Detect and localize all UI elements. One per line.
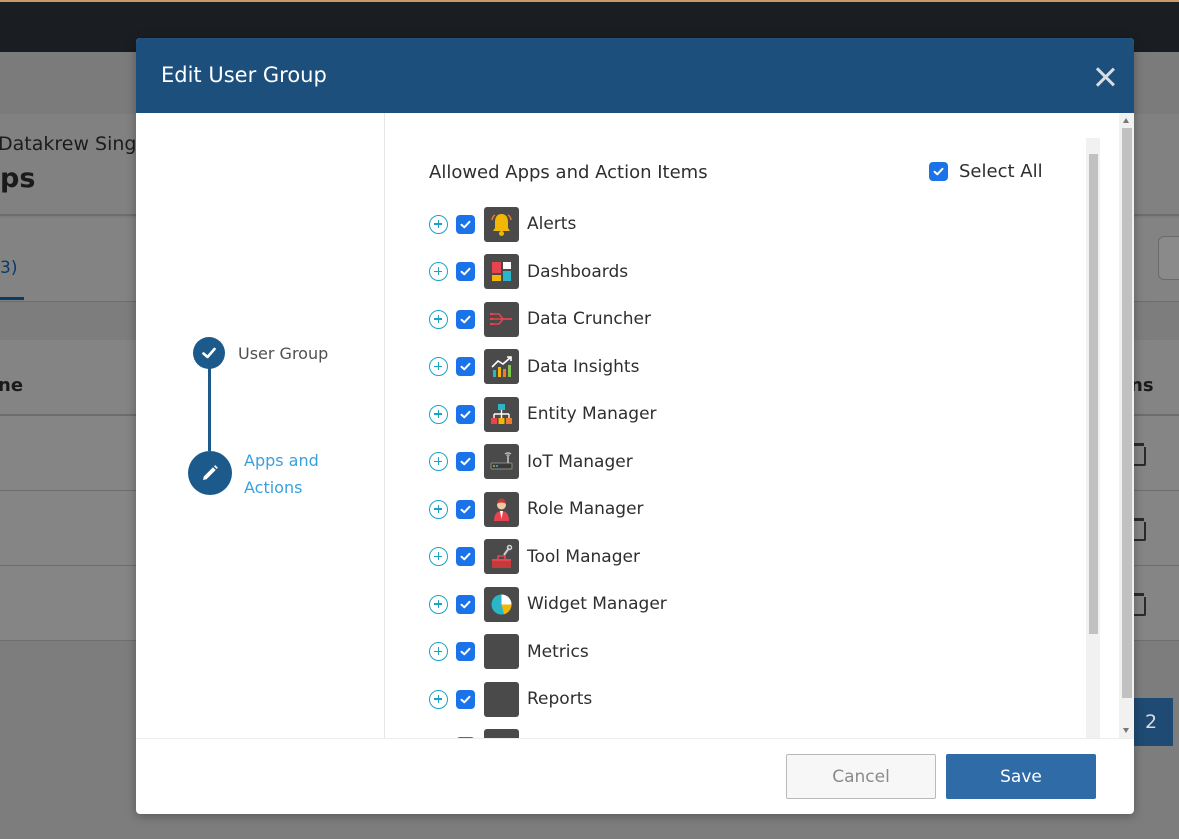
plus-circle-icon[interactable] — [429, 689, 448, 709]
list-item: Dashboards — [429, 254, 628, 290]
plus-circle-icon[interactable] — [429, 309, 448, 329]
step-label-line: Actions — [244, 478, 303, 497]
app-label: Alerts — [527, 214, 577, 234]
list-item: Tool Manager — [429, 539, 640, 575]
app-label: Metrics — [527, 641, 589, 662]
app-label: Role Manager — [527, 499, 644, 519]
apps-content-panel: Allowed Apps and Action Items Select All… — [386, 138, 1100, 738]
widget-manager-icon — [484, 586, 519, 622]
role-manager-icon — [484, 491, 519, 527]
section-title: Allowed Apps and Action Items — [429, 162, 708, 183]
tab-count: 3) — [0, 258, 18, 278]
scroll-up-icon[interactable] — [1123, 118, 1129, 123]
app-checkbox[interactable] — [456, 404, 475, 424]
plus-circle-icon[interactable] — [429, 499, 448, 519]
data-insights-icon — [484, 349, 519, 384]
app-checkbox[interactable] — [456, 642, 475, 661]
step-label-user-group[interactable]: User Group — [238, 344, 328, 363]
app-icon — [484, 729, 519, 738]
step-label-apps-and-actions[interactable]: Apps and Actions — [244, 447, 354, 501]
cancel-button[interactable]: Cancel — [786, 754, 936, 799]
app-checkbox[interactable] — [456, 547, 475, 566]
app-checkbox[interactable] — [456, 357, 475, 376]
list-item: Alerts — [429, 206, 576, 242]
modal-title: Edit User Group — [161, 63, 327, 87]
step-label-line: Apps and — [244, 451, 319, 470]
app-label: Data Insights — [527, 356, 640, 377]
save-button[interactable]: Save — [946, 754, 1096, 799]
search-input[interactable] — [1158, 236, 1179, 280]
list-item: Role Manager — [429, 491, 644, 527]
app-label: Entity Manager — [527, 404, 657, 424]
list-item: IoT Manager — [429, 444, 633, 480]
list-item: Reports — [429, 681, 592, 717]
app-label: Tool Manager — [527, 546, 640, 567]
inner-scrollbar-thumb[interactable] — [1089, 154, 1098, 634]
pagination-page-button[interactable]: 2 — [1129, 698, 1173, 746]
close-icon[interactable] — [1094, 66, 1116, 88]
list-item: Metrics — [429, 634, 589, 670]
org-name: Datakrew Singa — [0, 133, 149, 155]
app-checkbox[interactable] — [456, 262, 475, 281]
edit-user-group-modal: Edit User Group User Group Apps and Acti… — [136, 38, 1134, 814]
modal-header: Edit User Group — [136, 38, 1134, 113]
alerts-icon — [484, 206, 519, 242]
plus-circle-icon[interactable] — [429, 452, 448, 471]
plus-circle-icon[interactable] — [429, 404, 448, 424]
select-all-checkbox[interactable] — [929, 162, 948, 181]
plus-circle-icon[interactable] — [429, 214, 448, 234]
select-all-label: Select All — [959, 161, 1043, 182]
app-label: Widget Manager — [527, 594, 667, 614]
dashboards-icon — [484, 254, 519, 289]
metrics-icon — [484, 634, 519, 669]
app-checkbox[interactable] — [456, 214, 475, 234]
tab-underline — [0, 297, 24, 300]
stepper: User Group Apps and Actions — [136, 113, 385, 738]
tool-manager-icon — [484, 539, 519, 574]
app-label: Data Cruncher — [527, 309, 651, 329]
plus-circle-icon[interactable] — [429, 357, 448, 376]
app-checkbox[interactable] — [456, 594, 475, 614]
data-cruncher-icon — [484, 301, 519, 337]
app-checkbox[interactable] — [456, 309, 475, 329]
list-item: Widget Manager — [429, 586, 667, 622]
pencil-icon[interactable] — [188, 451, 232, 495]
modal-footer: Cancel Save — [136, 738, 1134, 814]
list-item: Data Cruncher — [429, 301, 651, 337]
entity-manager-icon — [484, 396, 519, 432]
check-icon[interactable] — [193, 337, 225, 369]
app-label: Dashboards — [527, 261, 629, 282]
plus-circle-icon[interactable] — [429, 642, 448, 661]
inner-scrollbar[interactable] — [1086, 138, 1100, 738]
app-label: Reports — [527, 689, 593, 709]
step-connector — [208, 357, 211, 451]
app-checkbox[interactable] — [456, 499, 475, 519]
reports-icon — [484, 681, 519, 717]
column-header-name: ne — [0, 375, 24, 396]
outer-scrollbar-thumb[interactable] — [1122, 128, 1132, 698]
plus-circle-icon[interactable] — [429, 262, 448, 281]
page-title: ps — [0, 163, 36, 194]
list-item: Entity Manager — [429, 396, 657, 432]
plus-circle-icon[interactable] — [429, 547, 448, 566]
app-checkbox[interactable] — [456, 689, 475, 709]
app-label: IoT Manager — [527, 451, 633, 472]
outer-scrollbar[interactable] — [1119, 113, 1134, 738]
app-checkbox[interactable] — [456, 452, 475, 471]
list-item: Data Insights — [429, 349, 639, 385]
select-all-control[interactable]: Select All — [929, 161, 1043, 182]
list-item — [429, 729, 527, 738]
iot-manager-icon — [484, 444, 519, 479]
plus-circle-icon[interactable] — [429, 594, 448, 614]
scroll-down-icon[interactable] — [1123, 728, 1129, 733]
